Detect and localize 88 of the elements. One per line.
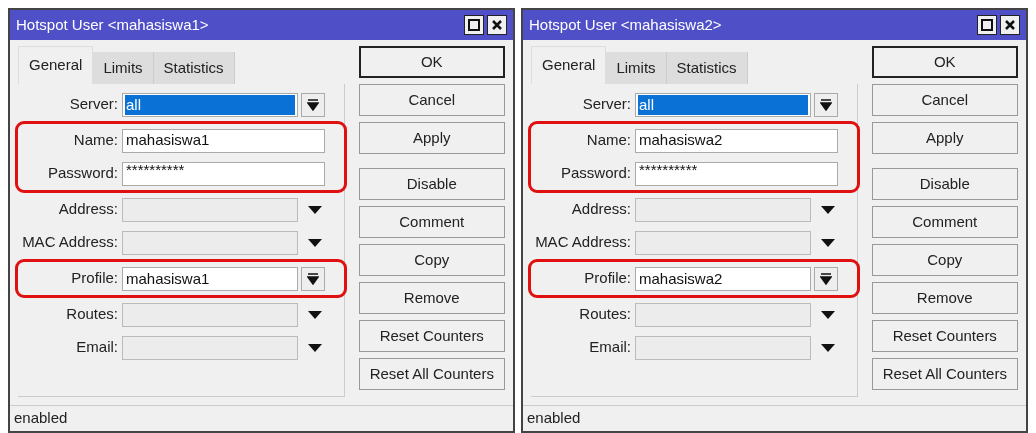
dropdown-arrow-icon[interactable]	[821, 310, 835, 319]
close-icon	[1004, 19, 1016, 31]
window-title: Hotspot User <mahasiswa2>	[529, 14, 722, 35]
dialog-button[interactable]: Reset All Counters	[358, 358, 505, 390]
dialog-button[interactable]: OK	[871, 46, 1018, 78]
dialog-button[interactable]: OK	[358, 46, 505, 78]
field-label: Name:	[585, 130, 632, 151]
maximize-button[interactable]	[464, 15, 484, 35]
dropdown-arrow-icon[interactable]	[308, 205, 322, 214]
field-label: Server:	[581, 94, 632, 115]
dialog-button[interactable]: Remove	[871, 282, 1018, 314]
field-label: Routes:	[578, 304, 632, 325]
input-field[interactable]	[122, 302, 298, 327]
dialog-button[interactable]: Apply	[358, 122, 505, 154]
dropdown-arrow-icon[interactable]	[821, 205, 835, 214]
text-field[interactable]: mahasiswa1	[122, 128, 325, 153]
password-field[interactable]: **********	[635, 161, 838, 186]
field-label: Address:	[57, 199, 119, 220]
close-button[interactable]	[1000, 15, 1020, 35]
dropdown-button[interactable]	[814, 92, 838, 117]
select-field[interactable]: mahasiswa1	[122, 266, 298, 291]
dialog-button[interactable]: Cancel	[358, 84, 505, 116]
dialog-button[interactable]: Copy	[871, 244, 1018, 276]
dropdown-arrow-icon[interactable]	[308, 238, 322, 247]
input-field[interactable]	[635, 302, 811, 327]
dialog-button[interactable]: Copy	[358, 244, 505, 276]
dropdown-arrow-icon	[820, 272, 832, 285]
field-label: Name:	[72, 130, 119, 151]
field-value: **********	[126, 164, 185, 175]
tab[interactable]: General	[18, 46, 94, 84]
input-field[interactable]	[635, 230, 811, 255]
input-field[interactable]	[122, 197, 298, 222]
input-field[interactable]	[122, 335, 298, 360]
field-value: **********	[639, 164, 698, 175]
field-label: Password:	[559, 163, 632, 184]
dropdown-arrow-icon[interactable]	[308, 310, 322, 319]
field-value: mahasiswa1	[126, 130, 210, 151]
field-label: Server:	[68, 94, 119, 115]
tab[interactable]: Limits	[93, 52, 154, 84]
dialog-button[interactable]: Reset Counters	[358, 320, 505, 352]
window-title: Hotspot User <mahasiswa1>	[16, 14, 209, 35]
field-label: MAC Address:	[21, 232, 119, 253]
field-label: Email:	[75, 337, 119, 358]
dialog-button[interactable]: Disable	[358, 168, 505, 200]
close-button[interactable]	[487, 15, 507, 35]
dialog-button[interactable]: Remove	[358, 282, 505, 314]
field-value: mahasiswa2	[639, 130, 723, 151]
maximize-icon	[981, 19, 993, 31]
dialog-button[interactable]: Comment	[358, 206, 505, 238]
dropdown-arrow-icon	[820, 98, 832, 111]
tab[interactable]: Statistics	[153, 52, 235, 84]
select-field[interactable]: mahasiswa2	[635, 266, 811, 291]
field-label: Profile:	[583, 268, 632, 289]
tab[interactable]: Statistics	[666, 52, 748, 84]
dropdown-arrow-icon	[307, 272, 319, 285]
dropdown-button[interactable]	[301, 92, 325, 117]
close-icon	[491, 19, 503, 31]
dropdown-arrow-icon[interactable]	[308, 343, 322, 352]
dialog-button[interactable]: Cancel	[871, 84, 1018, 116]
field-label: Routes:	[65, 304, 119, 325]
input-field[interactable]	[122, 230, 298, 255]
dropdown-button[interactable]	[814, 266, 838, 291]
maximize-button[interactable]	[977, 15, 997, 35]
select-value: mahasiswa2	[638, 268, 724, 289]
dropdown-arrow-icon[interactable]	[821, 238, 835, 247]
field-label: MAC Address:	[534, 232, 632, 253]
dropdown-arrow-icon[interactable]	[821, 343, 835, 352]
dialog-button[interactable]: Comment	[871, 206, 1018, 238]
input-field[interactable]	[635, 335, 811, 360]
dialog-button[interactable]: Reset Counters	[871, 320, 1018, 352]
maximize-icon	[468, 19, 480, 31]
input-field[interactable]	[635, 197, 811, 222]
tab[interactable]: General	[531, 46, 607, 84]
field-label: Password:	[46, 163, 119, 184]
dialog-button[interactable]: Reset All Counters	[871, 358, 1018, 390]
dropdown-arrow-icon	[307, 98, 319, 111]
text-field[interactable]: mahasiswa2	[635, 128, 838, 153]
password-field[interactable]: **********	[122, 161, 325, 186]
status-text: enabled	[527, 408, 581, 429]
status-text: enabled	[14, 408, 68, 429]
tab[interactable]: Limits	[606, 52, 667, 84]
field-label: Address:	[570, 199, 632, 220]
field-label: Profile:	[70, 268, 119, 289]
field-label: Email:	[588, 337, 632, 358]
select-value: mahasiswa1	[125, 268, 211, 289]
dialog-button[interactable]: Disable	[871, 168, 1018, 200]
dialog-button[interactable]: Apply	[871, 122, 1018, 154]
dropdown-button[interactable]	[301, 266, 325, 291]
